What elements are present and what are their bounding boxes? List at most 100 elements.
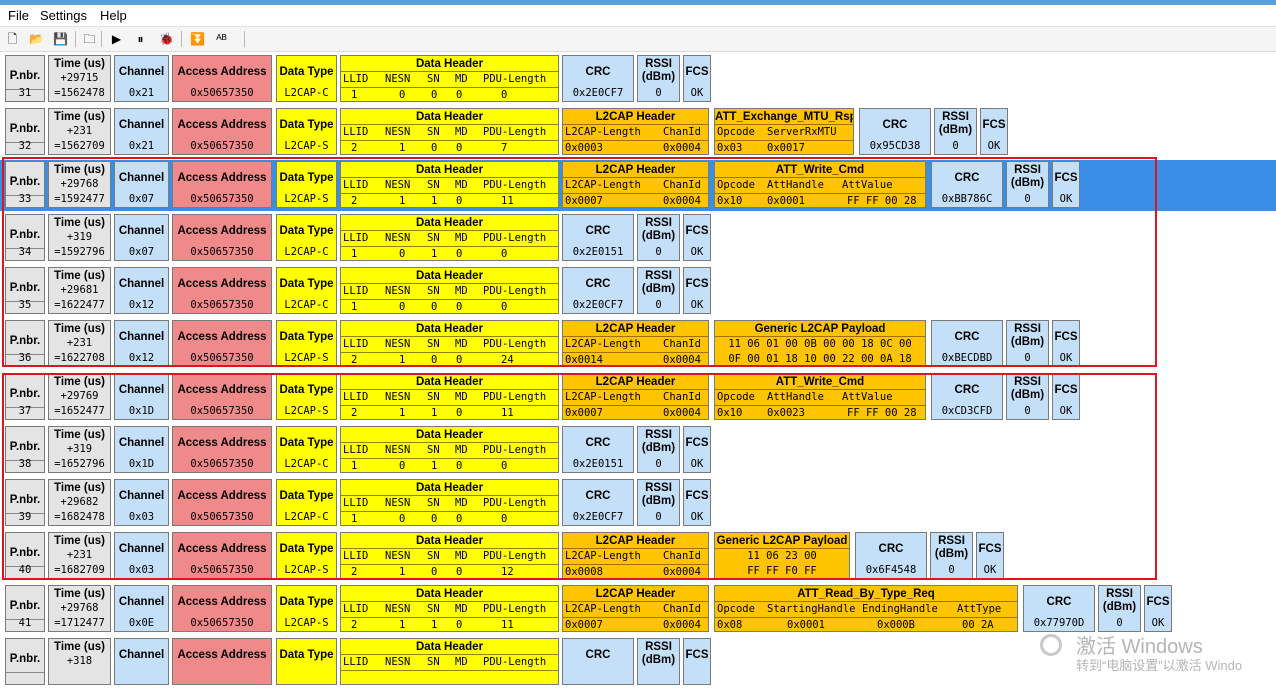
packet-row[interactable]: P.nbr. 32 Time (us) +231 =1562709 Channel 0x21… [0,106,1276,159]
data-header-cell[interactable]: Data Header LLID NESN SN MD PDU-Length 2 1 0 0 7 [340,108,559,155]
fcs-cell[interactable]: FCS OK [683,214,711,261]
time-cell[interactable]: Time (us) +231 =1622708 [48,320,111,367]
packet-number-cell[interactable]: P.nbr. 40 [5,532,45,579]
packet-row[interactable]: P.nbr. 31 Time (us) +29715 =1562478 Channel 0x… [0,53,1276,106]
pause-icon[interactable]: ⏸ [132,30,149,47]
rssi-cell[interactable]: RSSI (dBm) 0 [637,426,680,473]
folder-icon[interactable]: 🗀 [81,30,98,47]
fcs-cell[interactable]: FCS OK [980,108,1008,155]
fcs-cell[interactable]: FCS OK [683,479,711,526]
data-header-cell[interactable]: Data Header LLID NESN SN MD PDU-Length 2 1 0 0 24 [340,320,559,367]
rssi-cell[interactable]: RSSI (dBm) 0 [934,108,977,155]
time-cell[interactable]: Time (us) +319 =1652796 [48,426,111,473]
time-cell[interactable]: Time (us) +319 =1592796 [48,214,111,261]
channel-cell[interactable]: Channel 0x0E [114,585,169,632]
data-header-cell[interactable]: Data Header LLID NESN SN MD PDU-Length 1 0 0 0 0 [340,479,559,526]
rssi-cell[interactable]: RSSI (dBm) 0 [1006,320,1049,367]
time-cell[interactable]: Time (us) +29768 =1592477 [48,161,111,208]
rssi-cell[interactable]: RSSI (dBm) 0 [1006,373,1049,420]
access-address-cell[interactable]: Access Address 0x50657350 [172,426,272,473]
crc-cell[interactable]: CRC 0x2E0CF7 [562,55,634,102]
data-header-cell[interactable]: Data Header LLID NESN SN MD PDU-Length 2 1 1 0 11 [340,161,559,208]
packet-number-cell[interactable]: P.nbr. 31 [5,55,45,102]
data-header-cell[interactable]: Data Header LLID NESN SN MD PDU-Length 2 1 1 0 11 [340,373,559,420]
data-type-cell[interactable]: Data Type L2CAP-C [276,214,337,261]
fcs-cell[interactable]: FCS OK [1052,161,1080,208]
access-address-cell[interactable]: Access Address 0x50657350 [172,267,272,314]
channel-cell[interactable]: Channel 0x03 [114,532,169,579]
packet-number-cell[interactable]: P.nbr. 35 [5,267,45,314]
packet-number-cell[interactable]: P.nbr. 33 [5,161,45,208]
access-address-cell[interactable]: Access Address 0x50657350 [172,108,272,155]
access-address-cell[interactable]: Access Address 0x50657350 [172,320,272,367]
crc-cell[interactable]: CRC 0xCD3CFD [931,373,1003,420]
l2cap-header-cell[interactable]: L2CAP Header L2CAP-Length ChanId 0x0007 0x00… [562,373,709,420]
rssi-cell[interactable]: RSSI (dBm) 0 [637,214,680,261]
crc-cell[interactable]: CRC 0x2E0151 [562,426,634,473]
data-type-cell[interactable]: Data Type L2CAP-S [276,373,337,420]
fcs-cell[interactable]: FCS OK [1144,585,1172,632]
bug-icon[interactable]: 🐞 [158,30,175,47]
att-payload-cell[interactable]: Generic L2CAP Payload 11 06 01 00 0B 00 0… [714,320,926,367]
access-address-cell[interactable]: Access Address [172,638,272,685]
att-payload-cell[interactable]: ATT_Exchange_MTU_Rsp Opcode ServerRxMTU 0x0… [714,108,854,155]
att-payload-cell[interactable]: ATT_Read_By_Type_Req Opcode StartingHandle… [714,585,1018,632]
fcs-cell[interactable]: FCS OK [683,55,711,102]
packet-number-cell[interactable]: P.nbr. 37 [5,373,45,420]
data-header-cell[interactable]: Data Header LLID NESN SN MD PDU-Length 2 1 1 0 11 [340,585,559,632]
play-icon[interactable]: ▶ [108,30,125,47]
fcs-cell[interactable]: FCS OK [1052,373,1080,420]
new-file-icon[interactable]: 🗋 [4,30,21,47]
data-type-cell[interactable]: Data Type L2CAP-S [276,532,337,579]
packet-number-cell[interactable]: P.nbr. 34 [5,214,45,261]
crc-cell[interactable]: CRC 0x95CD38 [859,108,931,155]
packet-number-cell[interactable]: P.nbr. 38 [5,426,45,473]
packet-row[interactable]: P.nbr. Time (us) +318 Channel Access Address… [0,636,1276,689]
crc-cell[interactable]: CRC 0xBECDBD [931,320,1003,367]
packet-row[interactable]: P.nbr. 33 Time (us) +29768 =1592477 Channel 0x… [0,159,1276,212]
crc-cell[interactable]: CRC 0x2E0CF7 [562,479,634,526]
crc-cell[interactable]: CRC 0x6F4548 [855,532,927,579]
l2cap-header-cell[interactable]: L2CAP Header L2CAP-Length ChanId 0x0008 0x00… [562,532,709,579]
menu-help[interactable]: Help [98,8,129,23]
time-cell[interactable]: Time (us) +29682 =1682478 [48,479,111,526]
packet-row[interactable]: P.nbr. 37 Time (us) +29769 =1652477 Channel 0x… [0,371,1276,424]
channel-cell[interactable]: Channel 0x07 [114,214,169,261]
packet-row[interactable]: P.nbr. 41 Time (us) +29768 =1712477 Channel 0x… [0,583,1276,636]
crc-cell[interactable]: CRC 0x2E0151 [562,214,634,261]
packet-row[interactable]: P.nbr. 38 Time (us) +319 =1652796 Channel 0x1D… [0,424,1276,477]
access-address-cell[interactable]: Access Address 0x50657350 [172,373,272,420]
time-cell[interactable]: Time (us) +29769 =1652477 [48,373,111,420]
rssi-cell[interactable]: RSSI (dBm) 0 [637,55,680,102]
data-header-cell[interactable]: Data Header LLID NESN SN MD PDU-Length 2 1 0 0 12 [340,532,559,579]
channel-cell[interactable]: Channel 0x21 [114,55,169,102]
rssi-cell[interactable]: RSSI (dBm) 0 [930,532,973,579]
rssi-cell[interactable]: RSSI (dBm) [637,638,680,685]
save-icon[interactable]: 💾 [52,30,69,47]
packet-number-cell[interactable]: P.nbr. [5,638,45,685]
packet-row[interactable]: P.nbr. 35 Time (us) +29681 =1622477 Channel 0x… [0,265,1276,318]
packet-number-cell[interactable]: P.nbr. 41 [5,585,45,632]
packet-list[interactable]: P.nbr. 31 Time (us) +29715 =1562478 Channel 0x… [0,53,1276,685]
scroll-down-icon[interactable]: ⏬ [189,30,206,47]
channel-cell[interactable]: Channel [114,638,169,685]
fcs-cell[interactable]: FCS OK [1052,320,1080,367]
data-type-cell[interactable]: Data Type L2CAP-C [276,55,337,102]
rssi-cell[interactable]: RSSI (dBm) 0 [1098,585,1141,632]
channel-cell[interactable]: Channel 0x21 [114,108,169,155]
data-header-cell[interactable]: Data Header LLID NESN SN MD PDU-Length 1 0 0 0 0 [340,267,559,314]
data-type-cell[interactable]: Data Type L2CAP-S [276,585,337,632]
data-type-cell[interactable]: Data Type L2CAP-S [276,161,337,208]
l2cap-header-cell[interactable]: L2CAP Header L2CAP-Length ChanId 0x0007 0x00… [562,585,709,632]
l2cap-header-cell[interactable]: L2CAP Header L2CAP-Length ChanId 0x0007 0x00… [562,161,709,208]
time-cell[interactable]: Time (us) +29681 =1622477 [48,267,111,314]
att-payload-cell[interactable]: Generic L2CAP Payload 11 06 23 00 FF FF F0… [714,532,850,579]
channel-cell[interactable]: Channel 0x03 [114,479,169,526]
att-payload-cell[interactable]: ATT_Write_Cmd Opcode AttHandle AttValue 0x10… [714,161,926,208]
time-cell[interactable]: Time (us) +29768 =1712477 [48,585,111,632]
data-type-cell[interactable]: Data Type L2CAP-S [276,108,337,155]
rssi-cell[interactable]: RSSI (dBm) 0 [637,267,680,314]
crc-cell[interactable]: CRC 0x2E0CF7 [562,267,634,314]
fcs-cell[interactable]: FCS [683,638,711,685]
data-header-cell[interactable]: Data Header LLID NESN SN MD PDU-Length 1 0 1 0 0 [340,214,559,261]
